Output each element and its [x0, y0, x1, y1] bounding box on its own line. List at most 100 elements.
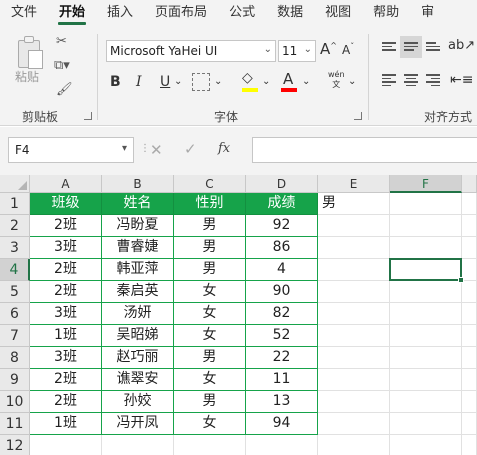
table-data-cell[interactable]: 86	[246, 237, 318, 259]
table-data-cell[interactable]: 13	[246, 391, 318, 413]
cell[interactable]	[462, 303, 477, 325]
table-data-cell[interactable]: 汤妍	[102, 303, 174, 325]
cell[interactable]	[390, 281, 462, 303]
table-data-cell[interactable]: 男	[174, 237, 246, 259]
column-header-g[interactable]	[462, 175, 477, 193]
middle-align-icon[interactable]	[404, 42, 418, 54]
cell[interactable]	[390, 303, 462, 325]
column-header-b[interactable]: B	[102, 175, 174, 193]
cell-e1[interactable]: 男	[318, 193, 390, 215]
enter-icon[interactable]: ✓	[184, 140, 197, 158]
column-header-d[interactable]: D	[246, 175, 318, 193]
tab-file[interactable]: 文件	[0, 0, 48, 26]
row-header-3[interactable]: 3	[0, 237, 30, 259]
orientation-icon[interactable]: ab↗	[448, 38, 475, 53]
table-header-cell[interactable]: 班级	[30, 193, 102, 215]
cell[interactable]	[390, 435, 462, 455]
row-header-11[interactable]: 11	[0, 413, 30, 435]
name-box[interactable]: F4 ▾	[8, 137, 134, 163]
row-header-10[interactable]: 10	[0, 391, 30, 413]
chevron-down-icon[interactable]: ⌄	[174, 76, 182, 87]
cell[interactable]	[462, 215, 477, 237]
tab-data[interactable]: 数据	[266, 0, 314, 26]
cell[interactable]	[390, 325, 462, 347]
table-data-cell[interactable]: 92	[246, 215, 318, 237]
cell[interactable]	[462, 435, 477, 455]
table-data-cell[interactable]: 女	[174, 413, 246, 435]
insert-function-icon[interactable]: fx	[218, 141, 230, 156]
font-color-icon[interactable]: A	[283, 70, 293, 88]
chevron-down-icon[interactable]: ▾	[122, 143, 127, 154]
table-data-cell[interactable]: 3班	[30, 237, 102, 259]
cell[interactable]	[318, 325, 390, 347]
cell[interactable]	[390, 413, 462, 435]
cell[interactable]	[318, 391, 390, 413]
table-data-cell[interactable]: 男	[174, 259, 246, 281]
paste-button-label[interactable]: 粘贴	[15, 68, 39, 85]
font-size-dropdown[interactable]: 11 ⌄	[278, 40, 316, 62]
table-data-cell[interactable]: 1班	[30, 413, 102, 435]
table-data-cell[interactable]: 2班	[30, 369, 102, 391]
column-header-c[interactable]: C	[174, 175, 246, 193]
cell[interactable]	[462, 193, 477, 215]
table-data-cell[interactable]: 男	[174, 215, 246, 237]
cell[interactable]	[318, 215, 390, 237]
cell[interactable]	[102, 435, 174, 455]
row-header-6[interactable]: 6	[0, 303, 30, 325]
table-data-cell[interactable]: 冯盼夏	[102, 215, 174, 237]
table-data-cell[interactable]: 女	[174, 325, 246, 347]
table-data-cell[interactable]: 82	[246, 303, 318, 325]
tab-page-layout[interactable]: 页面布局	[144, 0, 218, 26]
cell[interactable]	[390, 369, 462, 391]
table-data-cell[interactable]: 男	[174, 347, 246, 369]
cell[interactable]	[462, 237, 477, 259]
bold-button[interactable]: B	[110, 74, 121, 90]
select-all-button[interactable]	[0, 175, 30, 193]
cell[interactable]	[318, 369, 390, 391]
table-data-cell[interactable]: 4	[246, 259, 318, 281]
italic-button[interactable]: I	[136, 74, 142, 90]
table-data-cell[interactable]: 孙姣	[102, 391, 174, 413]
chevron-down-icon[interactable]: ⌄	[348, 76, 356, 87]
table-data-cell[interactable]: 2班	[30, 391, 102, 413]
chevron-down-icon[interactable]: ⌄	[302, 76, 310, 87]
clipboard-launcher-icon[interactable]	[84, 112, 92, 120]
align-left-icon[interactable]	[382, 74, 396, 86]
row-header-2[interactable]: 2	[0, 215, 30, 237]
table-data-cell[interactable]: 11	[246, 369, 318, 391]
table-data-cell[interactable]: 赵巧丽	[102, 347, 174, 369]
top-align-icon[interactable]	[382, 42, 396, 54]
fill-handle[interactable]	[458, 277, 464, 283]
tab-home[interactable]: 开始	[48, 0, 96, 26]
table-data-cell[interactable]: 3班	[30, 347, 102, 369]
table-data-cell[interactable]: 韩亚萍	[102, 259, 174, 281]
cell[interactable]	[462, 391, 477, 413]
tab-help[interactable]: 帮助	[362, 0, 410, 26]
table-data-cell[interactable]: 女	[174, 281, 246, 303]
cell[interactable]	[462, 281, 477, 303]
row-header-1[interactable]: 1	[0, 193, 30, 215]
fill-color-icon[interactable]: ◇	[242, 70, 253, 86]
font-launcher-icon[interactable]	[354, 112, 362, 120]
cell[interactable]	[462, 325, 477, 347]
copy-icon[interactable]: ⧉▾	[54, 58, 70, 73]
table-data-cell[interactable]: 2班	[30, 281, 102, 303]
tab-view[interactable]: 视图	[314, 0, 362, 26]
table-data-cell[interactable]: 3班	[30, 303, 102, 325]
align-right-icon[interactable]	[426, 74, 440, 86]
formula-input[interactable]	[252, 137, 477, 163]
table-data-cell[interactable]: 吴昭娣	[102, 325, 174, 347]
table-data-cell[interactable]: 1班	[30, 325, 102, 347]
table-data-cell[interactable]: 女	[174, 369, 246, 391]
row-header-8[interactable]: 8	[0, 347, 30, 369]
row-header-4[interactable]: 4	[0, 259, 30, 281]
table-header-cell[interactable]: 姓名	[102, 193, 174, 215]
cancel-icon[interactable]: ✕	[150, 141, 163, 159]
table-data-cell[interactable]: 谯翠安	[102, 369, 174, 391]
cell[interactable]	[462, 413, 477, 435]
cell[interactable]	[174, 435, 246, 455]
tab-formulas[interactable]: 公式	[218, 0, 266, 26]
column-header-a[interactable]: A	[30, 175, 102, 193]
cell[interactable]	[390, 193, 462, 215]
increase-font-size-button[interactable]: A^	[320, 40, 337, 58]
